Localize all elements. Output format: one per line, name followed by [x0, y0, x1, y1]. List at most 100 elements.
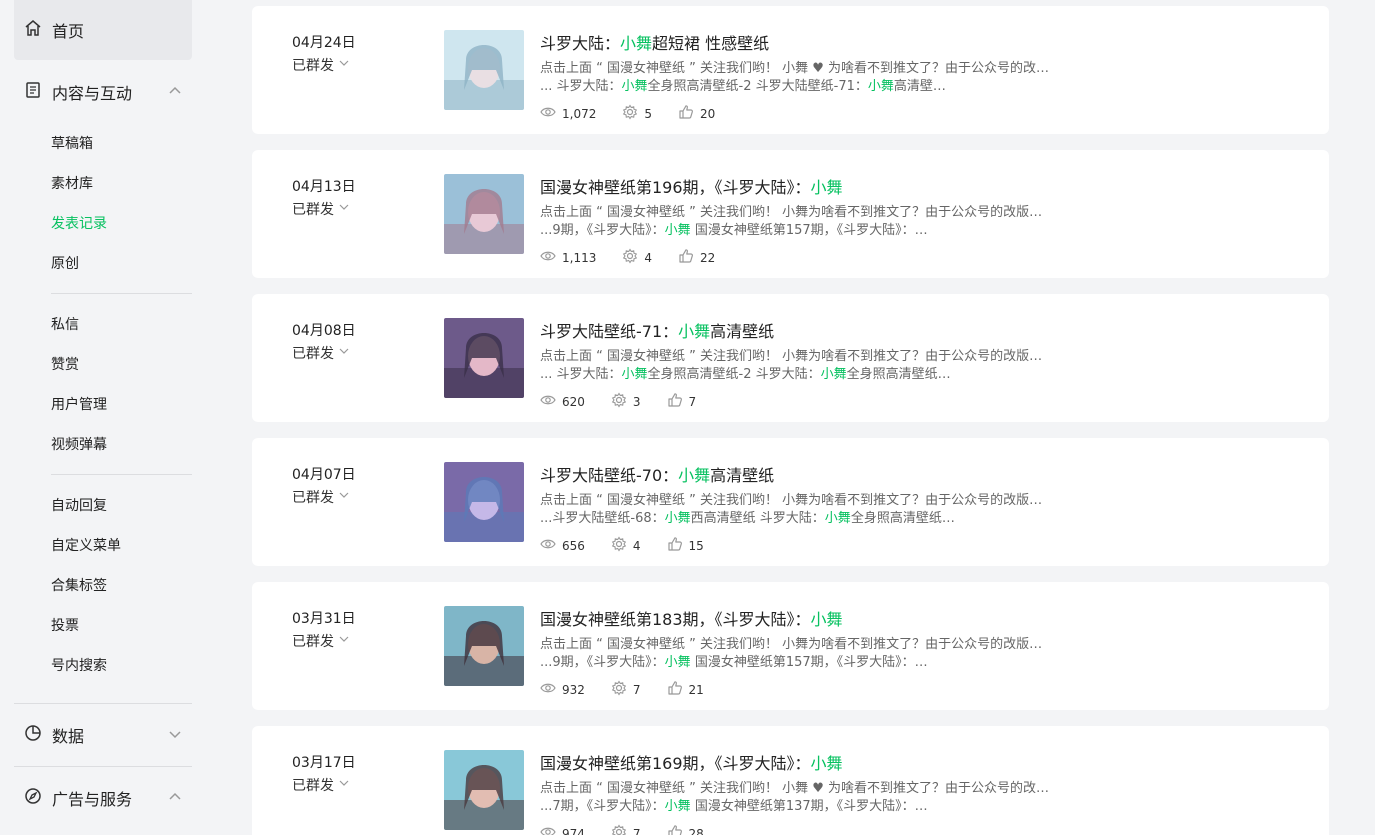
document-icon [24, 81, 42, 103]
post-excerpt-highlight: 小舞 [824, 511, 851, 526]
post-excerpt-match: ...斗罗大陆壁纸-68：小舞西高清壁纸 斗罗大陆：小舞全身照高清壁纸… [540, 507, 1096, 526]
sidebar-item-danmaku[interactable]: 视频弹幕 [51, 435, 107, 455]
post-excerpt-match: ...9期，《斗罗大陆》：小舞 国漫女神壁纸第157期，《斗罗大陆》：… [540, 219, 1096, 238]
post-thumbnail[interactable] [444, 606, 524, 686]
post-card[interactable]: 04月24日 已群发 斗罗大陆：小舞超短裙 性感壁纸 点击上面 “ 国漫女神壁纸… [252, 6, 1329, 134]
post-date: 03月17日 [292, 755, 356, 771]
post-card[interactable]: 04月07日 已群发 斗罗大陆壁纸-70：小舞高清壁纸 点击上面 “ 国漫女神壁… [252, 438, 1329, 566]
sidebar-item-vote[interactable]: 投票 [51, 616, 79, 636]
post-excerpt-text: 全身照高清壁纸… [846, 367, 951, 382]
post-excerpt-text: ...9期，《斗罗大陆》： [540, 223, 665, 238]
post-thumbnail[interactable] [444, 318, 524, 398]
post-stats: 932 7 21 [540, 680, 730, 699]
post-title[interactable]: 国漫女神壁纸第169期，《斗罗大陆》：小舞 [540, 750, 843, 774]
sidebar-item-custom-menu[interactable]: 自定义菜单 [51, 536, 121, 556]
post-excerpt-text: 西高清壁纸 斗罗大陆： [690, 511, 825, 526]
chevron-down-icon [334, 345, 350, 361]
post-date: 04月24日 [292, 35, 356, 51]
post-thumbnail[interactable] [444, 462, 524, 542]
sidebar-item-drafts[interactable]: 草稿箱 [51, 134, 93, 154]
chevron-down-icon [334, 489, 350, 505]
post-title-text: 超短裙 性感壁纸 [652, 34, 770, 53]
sidebar-item-search[interactable]: 号内搜索 [51, 656, 107, 676]
eye-icon [540, 248, 562, 267]
post-title-text: 斗罗大陆： [540, 34, 621, 53]
nav-home-label: 首页 [52, 22, 85, 41]
post-status-dropdown[interactable]: 已群发 [292, 487, 350, 507]
sidebar-item-collection-tags[interactable]: 合集标签 [51, 576, 107, 596]
nav-home[interactable]: 首页 [14, 0, 192, 60]
post-thumbnail[interactable] [444, 174, 524, 254]
post-title-text: 斗罗大陆壁纸-71： [540, 322, 679, 341]
views-count: 620 [562, 394, 585, 409]
post-title[interactable]: 国漫女神壁纸第183期，《斗罗大陆》：小舞 [540, 606, 843, 630]
post-stats: 620 3 7 [540, 392, 722, 411]
eye-icon [540, 392, 562, 411]
nav-group-ads[interactable]: 广告与服务 [14, 770, 192, 826]
post-status-dropdown[interactable]: 已群发 [292, 343, 350, 363]
post-title-highlight: 小舞 [678, 466, 711, 485]
post-excerpt-highlight: 小舞 [867, 79, 894, 94]
eye-icon [540, 824, 562, 835]
post-date: 04月07日 [292, 467, 356, 483]
nav-group-data-label: 数据 [52, 727, 85, 746]
post-stats: 1,072 5 20 [540, 104, 741, 123]
views-count: 1,113 [562, 250, 597, 265]
sidebar-item-auto-reply[interactable]: 自动回复 [51, 496, 107, 516]
post-status-label: 已群发 [292, 346, 334, 362]
eye-icon [540, 680, 562, 699]
post-thumbnail[interactable] [444, 750, 524, 830]
sidebar-item-publish-records[interactable]: 发表记录 [51, 214, 107, 234]
post-excerpt-text: ...7期，《斗罗大陆》： [540, 799, 665, 814]
post-title-highlight: 小舞 [810, 178, 843, 197]
stat-shares: 7 [611, 680, 641, 699]
post-excerpt: 点击上面 “ 国漫女神壁纸 ” 关注我们哟！ 小舞为啥看不到推文了？由于公众号的… [540, 349, 1043, 364]
post-title-text: 国漫女神壁纸第169期，《斗罗大陆》： [540, 754, 811, 773]
post-excerpt: 点击上面 “ 国漫女神壁纸 ” 关注我们哟！ 小舞 ♥ 为啥看不到推文了？由于公… [540, 781, 1050, 796]
chevron-down-icon [334, 201, 350, 217]
post-excerpt-match: ... 斗罗大陆：小舞全身照高清壁纸-2 斗罗大陆：小舞全身照高清壁纸… [540, 363, 1096, 382]
post-title[interactable]: 国漫女神壁纸第196期，《斗罗大陆》：小舞 [540, 174, 843, 198]
post-status-dropdown[interactable]: 已群发 [292, 199, 350, 219]
chevron-down-icon [334, 633, 350, 649]
post-thumbnail[interactable] [444, 30, 524, 110]
post-excerpt-highlight: 小舞 [621, 79, 648, 94]
likes-count: 22 [700, 250, 716, 265]
stat-views: 656 [540, 536, 585, 555]
post-status-label: 已群发 [292, 778, 334, 794]
post-title[interactable]: 斗罗大陆壁纸-71：小舞高清壁纸 [540, 318, 774, 342]
post-excerpt-text: ... 斗罗大陆： [540, 367, 622, 382]
stat-shares: 4 [622, 248, 652, 267]
post-status-dropdown[interactable]: 已群发 [292, 631, 350, 651]
views-count: 656 [562, 538, 585, 553]
post-excerpt-highlight: 小舞 [664, 655, 691, 670]
post-title-text: 高清壁纸 [710, 466, 775, 485]
sidebar-item-materials[interactable]: 素材库 [51, 174, 93, 194]
nav-group-data[interactable]: 数据 [14, 707, 192, 763]
sidebar-item-original[interactable]: 原创 [51, 254, 79, 274]
post-card[interactable]: 04月08日 已群发 斗罗大陆壁纸-71：小舞高清壁纸 点击上面 “ 国漫女神壁… [252, 294, 1329, 422]
views-count: 974 [562, 826, 585, 835]
post-title[interactable]: 斗罗大陆壁纸-70：小舞高清壁纸 [540, 462, 774, 486]
nav-group-content-label: 内容与互动 [52, 84, 133, 103]
post-status-dropdown[interactable]: 已群发 [292, 775, 350, 795]
eye-icon [540, 104, 562, 123]
sidebar-item-messages[interactable]: 私信 [51, 315, 79, 335]
sidebar: 首页 内容与互动 草稿箱 素材库 发表记录 原创 私信 赞赏 用户管理 视频弹幕… [0, 0, 212, 835]
pie-chart-icon [24, 724, 42, 746]
post-excerpt-text: 全身照高清壁纸… [850, 511, 955, 526]
divider [14, 766, 192, 767]
post-card[interactable]: 03月31日 已群发 国漫女神壁纸第183期，《斗罗大陆》：小舞 点击上面 “ … [252, 582, 1329, 710]
share-icon [611, 680, 633, 699]
post-status-dropdown[interactable]: 已群发 [292, 55, 350, 75]
nav-group-content[interactable]: 内容与互动 [14, 64, 192, 120]
post-title-highlight: 小舞 [810, 610, 843, 629]
post-card[interactable]: 03月17日 已群发 国漫女神壁纸第169期，《斗罗大陆》：小舞 点击上面 “ … [252, 726, 1329, 835]
stat-shares: 7 [611, 824, 641, 835]
post-stats: 974 7 28 [540, 824, 730, 835]
post-title[interactable]: 斗罗大陆：小舞超短裙 性感壁纸 [540, 30, 769, 54]
post-excerpt-highlight: 小舞 [621, 367, 648, 382]
sidebar-item-reward[interactable]: 赞赏 [51, 355, 79, 375]
post-card[interactable]: 04月13日 已群发 国漫女神壁纸第196期，《斗罗大陆》：小舞 点击上面 “ … [252, 150, 1329, 278]
sidebar-item-users[interactable]: 用户管理 [51, 395, 107, 415]
